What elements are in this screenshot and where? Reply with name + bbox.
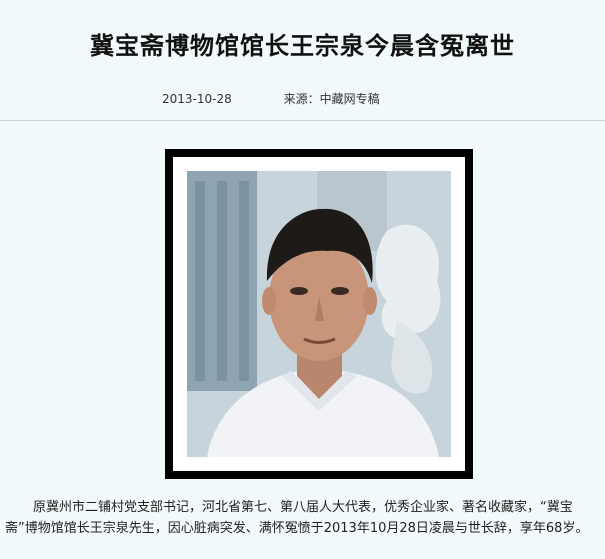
publish-date: 2013-10-28 <box>162 92 232 106</box>
article-paragraph: 原冀州市二铺村党支部书记，河北省第七、第八届人大代表，优秀企业家、著名收藏家，“… <box>5 500 589 536</box>
article-title: 冀宝斋博物馆馆长王宗泉今晨含冤离世 <box>90 32 515 61</box>
article-source: 来源：中藏网专稿 <box>283 92 380 106</box>
article-meta: 2013-10-28 来源：中藏网专稿 <box>162 90 380 107</box>
header-divider <box>0 120 605 121</box>
memorial-photo-frame <box>165 149 473 479</box>
portrait-photo <box>187 171 451 457</box>
